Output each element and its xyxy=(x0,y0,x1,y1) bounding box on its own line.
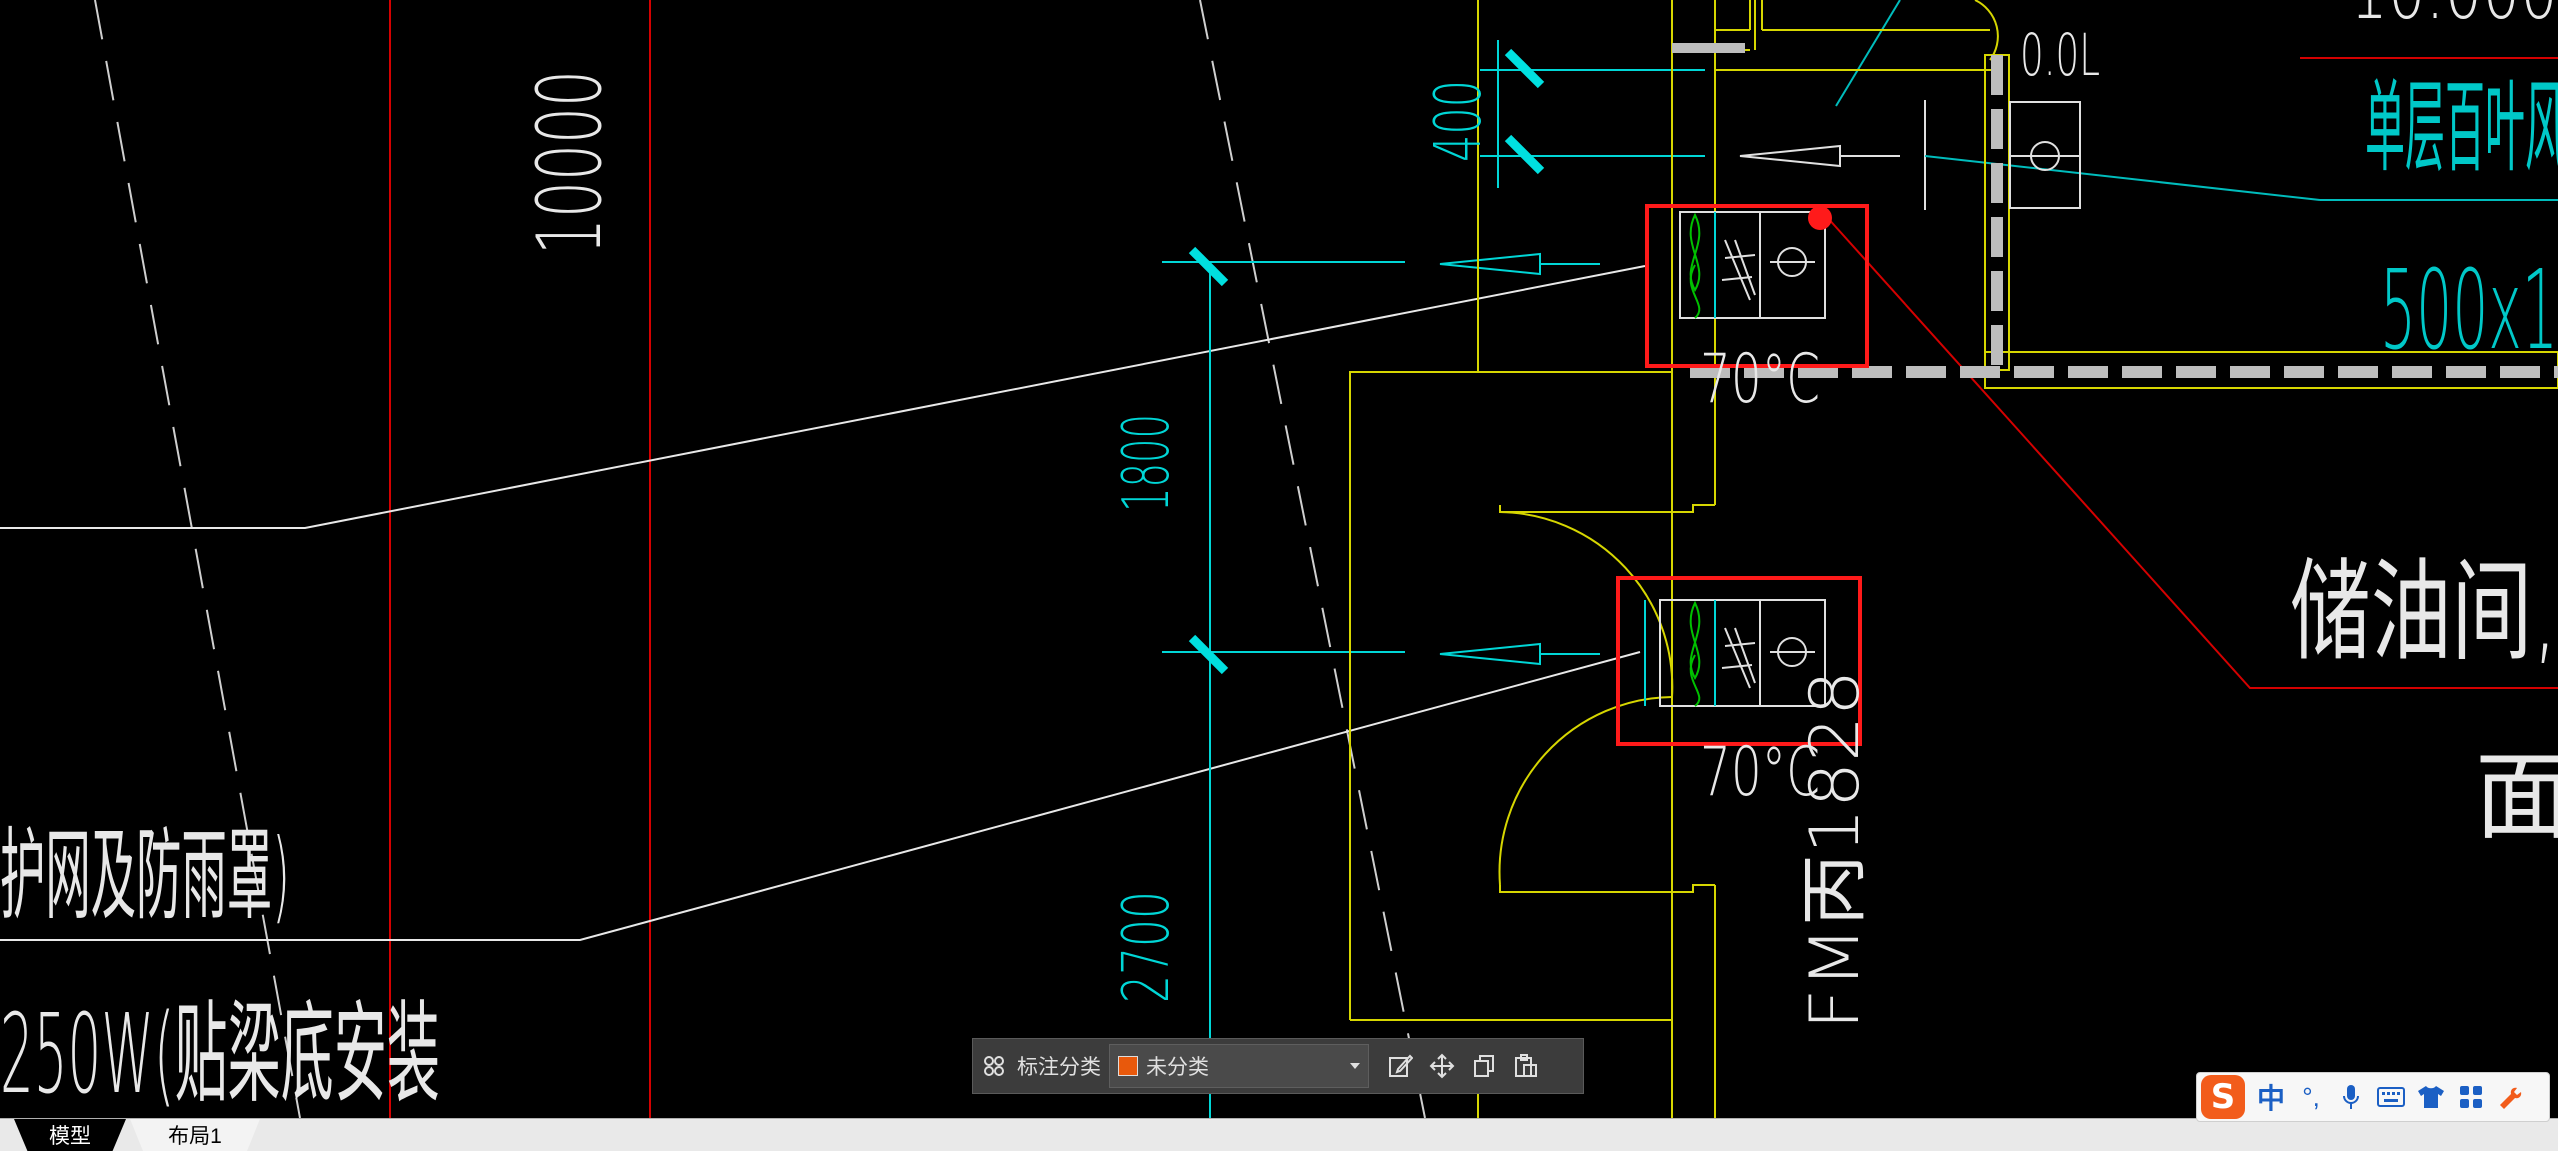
annotation-text: 护网及防雨罩) xyxy=(0,817,290,934)
airflow-arrow xyxy=(1439,642,1541,666)
airflow-arrow xyxy=(1439,252,1541,276)
airflow-arrow xyxy=(1739,144,1841,168)
damper-temp-text: 70°C xyxy=(1700,340,1820,419)
annotation-category-value: 未分类 xyxy=(1146,1056,1209,1079)
wall-outline xyxy=(1349,0,2000,1118)
dimension-text: 400 xyxy=(1422,80,1496,162)
copy-icon[interactable] xyxy=(1463,1039,1505,1093)
dimension-text: 1800 xyxy=(1110,414,1184,512)
edit-icon[interactable] xyxy=(1379,1039,1421,1093)
category-grid-icon[interactable] xyxy=(973,1039,1015,1093)
move-icon[interactable] xyxy=(1421,1039,1463,1093)
fire-damper-symbol xyxy=(1679,211,1826,319)
elevation-text: 0.0L xyxy=(2020,21,2100,89)
dimension-text: 2700 xyxy=(1110,891,1184,1003)
chevron-down-icon xyxy=(1342,1062,1368,1070)
keyboard-icon[interactable] xyxy=(2371,1074,2411,1120)
door-label-text: FM丙1828 xyxy=(1796,670,1875,1030)
tools-icon[interactable] xyxy=(2491,1074,2531,1120)
room-name-text: 储油间, xyxy=(2290,548,2558,676)
annotation-text: 250W(贴梁底安装 xyxy=(0,990,440,1118)
dimension-tick xyxy=(1188,246,1229,287)
cad-drawing-canvas[interactable]: 10000 400 1800 2700 护网及防雨罩) 250W(贴梁底安装 7… xyxy=(0,0,2558,1151)
layout-tab-bar: 模型 布局1 xyxy=(0,1118,2558,1151)
ime-mode-toggle[interactable]: 中 xyxy=(2251,1074,2291,1120)
selection-grip-point[interactable] xyxy=(1808,206,1832,230)
apps-grid-icon[interactable] xyxy=(2451,1074,2491,1120)
dashed-line xyxy=(94,0,301,1119)
microphone-icon[interactable] xyxy=(2331,1074,2371,1120)
ime-toolbar: S 中 °, xyxy=(2196,1072,2550,1122)
ime-logo-icon[interactable]: S xyxy=(2201,1075,2245,1119)
tab-model[interactable]: 模型 xyxy=(14,1119,126,1151)
tab-layout1[interactable]: 布局1 xyxy=(130,1119,260,1151)
annotation-category-label: 标注分类 xyxy=(1017,1056,1101,1079)
dimension-text: 10000 xyxy=(518,70,621,255)
category-color-swatch xyxy=(1118,1056,1138,1076)
skin-icon[interactable] xyxy=(2411,1074,2451,1120)
louver-label-text: 单层百叶风 xyxy=(2365,69,2558,186)
dimension-tick xyxy=(1504,48,1545,89)
annotation-text: 面 xyxy=(2475,741,2558,853)
annotation-toolbar: 标注分类 未分类 xyxy=(972,1038,1584,1094)
dimension-tick xyxy=(1188,634,1229,675)
paste-icon[interactable] xyxy=(1505,1039,1547,1093)
annotation-category-dropdown[interactable]: 未分类 xyxy=(1109,1044,1369,1088)
tab-layout1-label: 布局1 xyxy=(168,1125,222,1148)
dimension-tick xyxy=(1504,134,1545,175)
cad-drawing[interactable]: 10000 400 1800 2700 护网及防雨罩) 250W(贴梁底安装 7… xyxy=(0,0,2558,1151)
louver-size-text: 500x1 xyxy=(2380,246,2558,374)
leader-line xyxy=(0,265,1646,529)
dashed-line xyxy=(1199,0,1426,1119)
ime-punctuation-toggle[interactable]: °, xyxy=(2291,1074,2331,1120)
elevation-text: 10.000 xyxy=(2350,0,2558,37)
tab-model-label: 模型 xyxy=(49,1125,91,1148)
